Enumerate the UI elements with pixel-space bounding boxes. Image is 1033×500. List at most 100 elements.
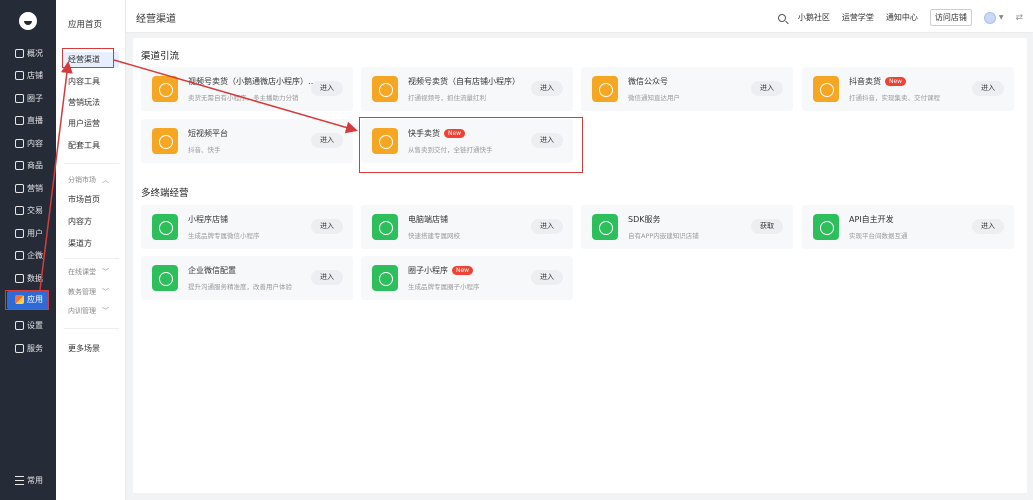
enter-button[interactable]: 进入 — [311, 133, 343, 148]
pc-store-icon — [372, 214, 398, 240]
enter-button[interactable]: 进入 — [972, 81, 1004, 96]
enter-button[interactable]: 进入 — [972, 219, 1004, 234]
card-desc: 打通视频号，抓住流量红利 — [408, 94, 486, 102]
subnav-link-channel-side[interactable]: 渠道方 — [68, 238, 92, 249]
card-title: 圈子小程序 New — [408, 265, 474, 276]
goods-icon — [15, 161, 24, 171]
douyin-icon — [813, 76, 839, 102]
new-badge: New — [885, 77, 907, 86]
card-video-shop-weidian[interactable]: 视频号卖货（小鹅通微店小程序）… 卖货无需自有小程序，多主播助力分销 进入 — [141, 67, 353, 111]
main-sidebar: 概况 店铺 圈子 直播 内容 商品 营销 交易 用户 企微 数据 应用 设置 服… — [0, 0, 56, 500]
page-title: 经营渠道 — [136, 14, 176, 25]
topbar-link-community[interactable]: 小鹅社区 — [798, 12, 830, 23]
subnav-link-more-scenes[interactable]: 更多场景 — [68, 343, 100, 354]
chevron-down-icon[interactable]: ▼ — [999, 14, 1004, 21]
chevron-up-icon: ︿ — [102, 176, 109, 184]
subnav-home[interactable]: 应用首页 — [68, 18, 102, 30]
subnav-link-user-ops[interactable]: 用户运营 — [68, 118, 100, 129]
card-desc: 生成品牌专属圈子小程序 — [408, 283, 480, 291]
content-icon — [15, 138, 24, 148]
trade-icon — [15, 206, 24, 216]
subnav-link-content-side[interactable]: 内容方 — [68, 216, 92, 227]
wecom-icon — [152, 265, 178, 291]
sidebar-item-live[interactable]: 直播 — [0, 110, 56, 133]
get-button[interactable]: 获取 — [751, 219, 783, 234]
sidebar-item-goods[interactable]: 商品 — [0, 155, 56, 178]
card-pc-store[interactable]: 电脑端店铺 快速搭建专属网校 进入 — [361, 205, 573, 249]
card-title: 短视频平台 — [188, 129, 228, 138]
enter-button[interactable]: 进入 — [751, 81, 783, 96]
sidebar-item-content[interactable]: 内容 — [0, 132, 56, 155]
sidebar-item-circle[interactable]: 圈子 — [0, 87, 56, 110]
swap-icon[interactable]: ⇄ — [1015, 13, 1023, 23]
settings-icon — [15, 321, 24, 331]
chevron-down-icon: ﹀ — [102, 288, 109, 296]
card-api-dev[interactable]: API自主开发 实现平台间数据互通 进入 — [802, 205, 1014, 249]
sidebar-item-wecom[interactable]: 企微 — [0, 245, 56, 268]
sidebar-item-user[interactable]: 用户 — [0, 222, 56, 245]
circle-miniprogram-icon — [372, 265, 398, 291]
enter-button[interactable]: 进入 — [531, 219, 563, 234]
wecom-icon — [15, 251, 24, 261]
subnav-link-marketing[interactable]: 营销玩法 — [68, 97, 100, 108]
sdk-icon — [592, 214, 618, 240]
card-title: 小程序店铺 — [188, 215, 228, 224]
card-desc: 抖音、快手 — [188, 146, 221, 154]
card-title: 抖音卖货 New — [849, 76, 907, 87]
sidebar-item-overview[interactable]: 概况 — [0, 42, 56, 65]
service-icon — [15, 343, 24, 353]
section-title-channels: 渠道引流 — [141, 51, 180, 62]
subnav-link-content-tools[interactable]: 内容工具 — [68, 76, 100, 87]
divider — [64, 328, 119, 329]
annotation-frame-kuaishou — [359, 117, 583, 173]
menu-icon — [15, 476, 24, 485]
visit-store-button[interactable]: 访问店铺 — [929, 9, 972, 26]
sidebar-item-favorites[interactable]: 常用 — [15, 475, 43, 486]
search-icon[interactable] — [777, 13, 786, 22]
card-short-video[interactable]: 短视频平台 抖音、快手 进入 — [141, 119, 353, 163]
top-bar: 经营渠道 小鹅社区 运营学堂 通知中心 访问店铺 ▼ ⇄ — [126, 0, 1033, 33]
subnav-group-academic[interactable]: 教务管理 ﹀ — [68, 287, 109, 297]
main-content: 渠道引流 视频号卖货（小鹅通微店小程序）… 卖货无需自有小程序，多主播助力分销 … — [133, 38, 1027, 493]
card-wecom-config[interactable]: 企业微信配置 提升沟通服务精准度，改善用户体验 进入 — [141, 256, 353, 300]
enter-button[interactable]: 进入 — [311, 81, 343, 96]
avatar[interactable] — [983, 11, 996, 24]
card-desc: 微信通知直达用户 — [628, 94, 680, 102]
enter-button[interactable]: 进入 — [531, 81, 563, 96]
divider — [64, 258, 119, 259]
subnav-group-market[interactable]: 分销市场 ︿ — [68, 175, 109, 185]
enter-button[interactable]: 进入 — [311, 219, 343, 234]
card-desc: 提升沟通服务精准度，改善用户体验 — [188, 283, 292, 291]
card-douyin-shop[interactable]: 抖音卖货 New 打通抖音，实现集卖、交付课程 进入 — [802, 67, 1014, 111]
card-title: 视频号卖货（自有店铺小程序） — [408, 77, 520, 86]
card-miniprogram-store[interactable]: 小程序店铺 生成品牌专属微信小程序 进入 — [141, 205, 353, 249]
circle-icon — [15, 93, 24, 103]
subnav-link-market-home[interactable]: 市场首页 — [68, 194, 100, 205]
card-video-shop-own[interactable]: 视频号卖货（自有店铺小程序） 打通视频号，抓住流量红利 进入 — [361, 67, 573, 111]
new-badge: New — [452, 266, 474, 275]
sidebar-item-service[interactable]: 服务 — [0, 337, 56, 360]
enter-button[interactable]: 进入 — [311, 270, 343, 285]
logo[interactable] — [19, 12, 37, 30]
subnav-link-support-tools[interactable]: 配套工具 — [68, 140, 100, 151]
subnav-group-training[interactable]: 内训管理 ﹀ — [68, 306, 109, 316]
chevron-down-icon: ﹀ — [102, 307, 109, 315]
topbar-link-academy[interactable]: 运营学堂 — [842, 12, 874, 23]
card-circle-miniprogram[interactable]: 圈子小程序 New 生成品牌专属圈子小程序 进入 — [361, 256, 573, 300]
subnav-group-classroom[interactable]: 在线课堂 ﹀ — [68, 267, 109, 277]
sidebar-item-data[interactable]: 数据 — [0, 267, 56, 290]
sidebar-item-store[interactable]: 店铺 — [0, 65, 56, 88]
api-icon — [813, 214, 839, 240]
sidebar-item-marketing[interactable]: 营销 — [0, 177, 56, 200]
annotation-frame-subnav — [62, 48, 114, 68]
card-wechat-official[interactable]: 微信公众号 微信通知直达用户 进入 — [581, 67, 793, 111]
divider — [64, 163, 119, 164]
marketing-icon — [15, 183, 24, 193]
miniprogram-icon — [152, 214, 178, 240]
card-sdk-service[interactable]: SDK服务 自有APP内嵌建知识店铺 获取 — [581, 205, 793, 249]
enter-button[interactable]: 进入 — [531, 270, 563, 285]
card-title: SDK服务 — [628, 215, 661, 224]
sidebar-item-settings[interactable]: 设置 — [0, 315, 56, 338]
sidebar-item-trade[interactable]: 交易 — [0, 200, 56, 223]
topbar-link-notifications[interactable]: 通知中心 — [886, 12, 918, 23]
